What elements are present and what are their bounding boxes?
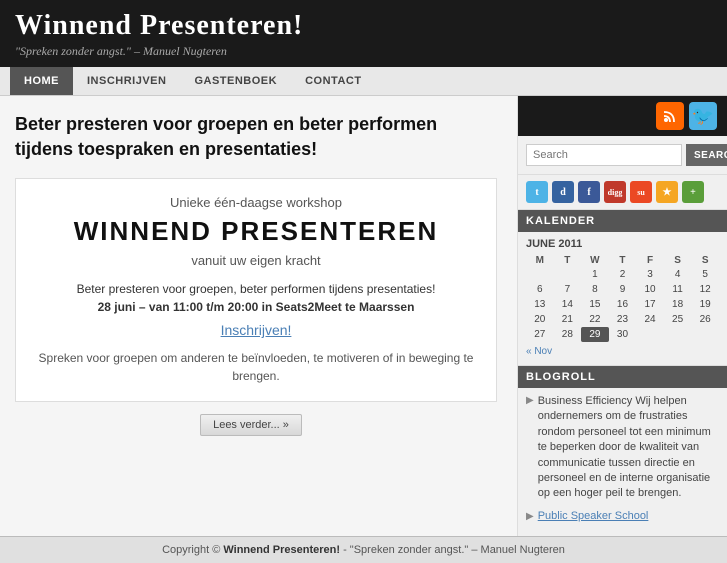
calendar-day[interactable]: 19 [691, 297, 719, 312]
calendar-day[interactable]: 16 [609, 297, 637, 312]
calendar-day[interactable]: 15 [581, 297, 609, 312]
cal-header-s1: S [664, 254, 692, 267]
sidebar-top-icons: 🐦 [518, 96, 727, 136]
workshop-body: Spreken voor groepen om anderen te beïnv… [36, 349, 476, 385]
footer-site-link[interactable]: Winnend Presenteren! [223, 544, 340, 556]
calendar-day [554, 267, 582, 282]
calendar-nav[interactable]: « Nov [526, 346, 719, 357]
cal-header-t2: T [609, 254, 637, 267]
cal-header-m: M [526, 254, 554, 267]
read-more-button[interactable]: Lees verder... » [200, 414, 302, 436]
blogroll-widget: ▶ Business Efficiency Wij helpen onderne… [518, 388, 727, 534]
calendar-day[interactable]: 20 [526, 312, 554, 327]
mini-facebook-icon[interactable]: f [578, 181, 600, 203]
calendar-day[interactable]: 3 [636, 267, 664, 282]
calendar-day[interactable]: 30 [609, 327, 637, 342]
calendar-day[interactable]: 8 [581, 282, 609, 297]
calendar-widget: JUNE 2011 M T W T F S S 1234567891011121… [518, 232, 727, 366]
blogroll-section-title: BLOGROLL [518, 366, 727, 388]
mini-stumbleupon-icon[interactable]: su [630, 181, 652, 203]
calendar-day[interactable]: 4 [664, 267, 692, 282]
calendar-body: 1234567891011121314151617181920212223242… [526, 267, 719, 342]
calendar-month-year: JUNE 2011 [526, 238, 719, 250]
mini-twitter-icon[interactable]: t [526, 181, 548, 203]
calendar-day[interactable]: 22 [581, 312, 609, 327]
social-mini-icons-row: t d f digg su ★ + [518, 175, 727, 210]
calendar-day[interactable]: 2 [609, 267, 637, 282]
calendar-day[interactable]: 21 [554, 312, 582, 327]
calendar-table: M T W T F S S 12345678910111213141516171… [526, 254, 719, 342]
calendar-day [636, 327, 664, 342]
rss-icon[interactable] [656, 102, 684, 130]
calendar-day [664, 327, 692, 342]
calendar-day[interactable]: 9 [609, 282, 637, 297]
mini-digg-icon[interactable]: digg [604, 181, 626, 203]
blogroll-arrow-icon-2: ▶ [526, 511, 534, 522]
twitter-icon[interactable]: 🐦 [689, 102, 717, 130]
calendar-day[interactable]: 10 [636, 282, 664, 297]
nav-inschrijven[interactable]: INSCHRIJVEN [73, 67, 180, 95]
cal-header-w: W [581, 254, 609, 267]
blogroll-item-2: ▶ Public Speaker School [526, 510, 719, 522]
nav-contact[interactable]: CONTACT [291, 67, 375, 95]
blogroll-text-1: Business Efficiency Wij helpen onderneme… [538, 394, 719, 502]
calendar-day [526, 267, 554, 282]
cal-header-t1: T [554, 254, 582, 267]
footer-text: Copyright © Winnend Presenteren! - "Spre… [162, 544, 565, 556]
nav-bar: HOME INSCHRIJVEN GASTENBOEK CONTACT [0, 67, 727, 96]
workshop-intro-label: Unieke één-daagse workshop [36, 195, 476, 210]
nav-home[interactable]: HOME [10, 67, 73, 95]
article-box: Unieke één-daagse workshop WINNEND PRESE… [15, 178, 497, 402]
calendar-day[interactable]: 6 [526, 282, 554, 297]
calendar-day[interactable]: 5 [691, 267, 719, 282]
site-footer: Copyright © Winnend Presenteren! - "Spre… [0, 536, 727, 563]
main-headline: Beter presteren voor groepen en beter pe… [15, 112, 497, 162]
workshop-description: Beter presteren voor groepen, beter perf… [36, 282, 476, 296]
calendar-day[interactable]: 7 [554, 282, 582, 297]
calendar-day[interactable]: 18 [664, 297, 692, 312]
cal-header-f: F [636, 254, 664, 267]
calendar-day[interactable]: 26 [691, 312, 719, 327]
calendar-day[interactable]: 24 [636, 312, 664, 327]
site-title: Winnend Presenteren! [15, 10, 712, 42]
calendar-day[interactable]: 1 [581, 267, 609, 282]
calendar-section-title: KALENDER [518, 210, 727, 232]
mini-plus-icon[interactable]: + [682, 181, 704, 203]
sidebar: 🐦 SEARCH t d f digg su ★ + KALENDER JUNE… [517, 96, 727, 536]
calendar-day[interactable]: 14 [554, 297, 582, 312]
site-header: Winnend Presenteren! "Spreken zonder ang… [0, 0, 727, 67]
calendar-day[interactable]: 17 [636, 297, 664, 312]
calendar-day[interactable]: 12 [691, 282, 719, 297]
workshop-title: WINNEND PRESENTEREN [36, 216, 476, 247]
calendar-day[interactable]: 25 [664, 312, 692, 327]
mini-delicious-icon[interactable]: d [552, 181, 574, 203]
layout: Beter presteren voor groepen en beter pe… [0, 96, 727, 536]
calendar-day[interactable]: 27 [526, 327, 554, 342]
calendar-day [691, 327, 719, 342]
public-speaker-school-link[interactable]: Public Speaker School [538, 510, 649, 522]
search-button[interactable]: SEARCH [686, 144, 727, 166]
blogroll-item-1: ▶ Business Efficiency Wij helpen onderne… [526, 394, 719, 502]
search-input[interactable] [526, 144, 682, 166]
sidebar-search: SEARCH [518, 136, 727, 175]
calendar-day[interactable]: 13 [526, 297, 554, 312]
calendar-day[interactable]: 29 [581, 327, 609, 342]
calendar-day[interactable]: 11 [664, 282, 692, 297]
workshop-subtitle: vanuit uw eigen kracht [36, 253, 476, 268]
workshop-link-container: Inschrijven! [36, 322, 476, 339]
calendar-day[interactable]: 23 [609, 312, 637, 327]
calendar-prev-link[interactable]: « Nov [526, 346, 552, 357]
site-tagline: "Spreken zonder angst." – Manuel Nugtere… [15, 44, 712, 59]
main-content: Beter presteren voor groepen en beter pe… [0, 96, 517, 536]
blogroll-arrow-icon: ▶ [526, 395, 534, 406]
workshop-date: 28 juni – van 11:00 t/m 20:00 in Seats2M… [36, 300, 476, 314]
cal-header-s2: S [691, 254, 719, 267]
mini-star-icon[interactable]: ★ [656, 181, 678, 203]
nav-gastenboek[interactable]: GASTENBOEK [180, 67, 291, 95]
inschrijven-link[interactable]: Inschrijven! [221, 322, 292, 338]
calendar-day[interactable]: 28 [554, 327, 582, 342]
